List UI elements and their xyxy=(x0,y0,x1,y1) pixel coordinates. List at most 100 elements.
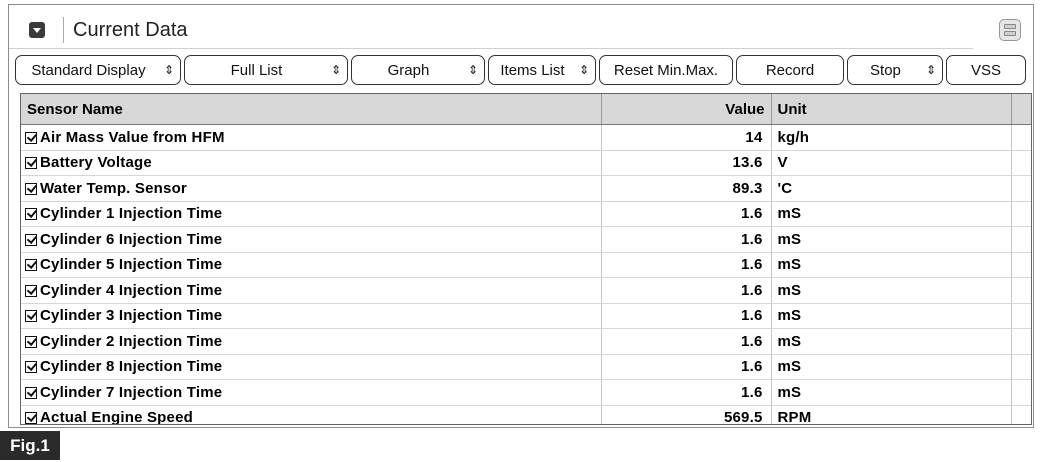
dropdown-arrows-icon: ⇕ xyxy=(330,63,341,77)
table-row[interactable]: Water Temp. Sensor 89.3 'C xyxy=(21,175,1031,202)
sensor-name: Cylinder 8 Injection Time xyxy=(40,358,223,376)
value-cell: 14 xyxy=(601,124,772,151)
value-cell: 13.6 xyxy=(601,150,772,176)
checkbox-checked-icon[interactable] xyxy=(25,157,37,170)
figure-label: Fig.1 xyxy=(0,431,60,460)
panel-title: Current Data xyxy=(73,19,188,41)
sensor-name-cell: Air Mass Value from HFM xyxy=(21,124,602,151)
sensor-name: Cylinder 5 Injection Time xyxy=(40,256,223,274)
sensor-name: Actual Engine Speed xyxy=(40,409,193,425)
toolbar: Standard Display ⇕ Full List ⇕ Graph ⇕ I… xyxy=(9,55,1033,89)
checkbox-checked-icon[interactable] xyxy=(25,131,37,144)
unit-cell: mS xyxy=(771,328,1012,355)
checkbox-checked-icon[interactable] xyxy=(25,182,37,195)
value-cell: 569.5 xyxy=(601,405,772,424)
stop-select[interactable]: Stop ⇕ xyxy=(847,55,943,85)
table-row[interactable]: Cylinder 2 Injection Time 1.6 mS xyxy=(21,328,1031,355)
current-data-panel: Current Data Standard Display ⇕ Full Lis… xyxy=(8,4,1034,428)
row-spacer-cell xyxy=(1011,379,1031,406)
checkbox-checked-icon[interactable] xyxy=(25,361,37,374)
sensor-name: Battery Voltage xyxy=(40,154,152,172)
value-cell: 1.6 xyxy=(601,252,772,278)
title-divider xyxy=(63,17,64,43)
checkbox-checked-icon[interactable] xyxy=(25,386,37,399)
unit-cell: 'C xyxy=(771,175,1012,202)
items-list-label: Items List xyxy=(500,61,565,79)
table-row[interactable]: Cylinder 5 Injection Time 1.6 mS xyxy=(21,252,1031,278)
table-row[interactable]: Cylinder 1 Injection Time 1.6 mS xyxy=(21,201,1031,227)
standard-display-label: Standard Display xyxy=(31,61,146,79)
checkbox-checked-icon[interactable] xyxy=(25,310,37,323)
sensor-name-cell: Cylinder 6 Injection Time xyxy=(21,226,602,253)
unit-cell: kg/h xyxy=(771,124,1012,151)
unit-cell: mS xyxy=(771,277,1012,304)
sensor-name: Air Mass Value from HFM xyxy=(40,128,225,146)
table-row[interactable]: Cylinder 3 Injection Time 1.6 mS xyxy=(21,303,1031,329)
row-spacer-cell xyxy=(1011,303,1031,329)
sensor-name-cell: Cylinder 7 Injection Time xyxy=(21,379,602,406)
collapse-icon[interactable] xyxy=(29,22,45,38)
unit-header[interactable]: Unit xyxy=(771,94,1012,125)
unit-cell: mS xyxy=(771,354,1012,380)
panel-header: Current Data xyxy=(9,5,1033,49)
table-row[interactable]: Battery Voltage 13.6 V xyxy=(21,150,1031,176)
value-cell: 1.6 xyxy=(601,277,772,304)
unit-cell: mS xyxy=(771,379,1012,406)
stop-label: Stop xyxy=(870,61,901,79)
row-spacer-cell xyxy=(1011,175,1031,202)
value-cell: 1.6 xyxy=(601,226,772,253)
sensor-name: Water Temp. Sensor xyxy=(40,179,187,197)
unit-cell: mS xyxy=(771,303,1012,329)
table-row[interactable]: Actual Engine Speed 569.5 RPM xyxy=(21,405,1031,425)
dropdown-arrows-icon: ⇕ xyxy=(163,63,174,77)
unit-cell: RPM xyxy=(771,405,1012,424)
record-label: Record xyxy=(765,61,815,79)
standard-display-select[interactable]: Standard Display ⇕ xyxy=(15,55,181,85)
unit-cell: mS xyxy=(771,226,1012,253)
graph-select[interactable]: Graph ⇕ xyxy=(351,55,485,85)
sensor-name-cell: Cylinder 5 Injection Time xyxy=(21,252,602,278)
sensor-name-cell: Cylinder 4 Injection Time xyxy=(21,277,602,304)
unit-cell: V xyxy=(771,150,1012,176)
table-row[interactable]: Cylinder 8 Injection Time 1.6 mS xyxy=(21,354,1031,380)
checkbox-checked-icon[interactable] xyxy=(25,233,37,246)
sensor-name: Cylinder 2 Injection Time xyxy=(40,332,223,350)
row-spacer-cell xyxy=(1011,201,1031,227)
value-cell: 1.6 xyxy=(601,354,772,380)
sensor-name-cell: Cylinder 2 Injection Time xyxy=(21,328,602,355)
table-row[interactable]: Cylinder 6 Injection Time 1.6 mS xyxy=(21,226,1031,253)
window-layout-icon[interactable] xyxy=(999,19,1021,41)
sensor-name: Cylinder 6 Injection Time xyxy=(40,230,223,248)
row-spacer-cell xyxy=(1011,328,1031,355)
header-divider xyxy=(9,48,973,49)
graph-label: Graph xyxy=(387,61,430,79)
sensor-name-header[interactable]: Sensor Name xyxy=(21,94,602,125)
table-row[interactable]: Cylinder 4 Injection Time 1.6 mS xyxy=(21,277,1031,304)
checkbox-checked-icon[interactable] xyxy=(25,208,37,221)
reset-minmax-button[interactable]: Reset Min.Max. xyxy=(599,55,733,85)
full-list-select[interactable]: Full List ⇕ xyxy=(184,55,348,85)
value-cell: 1.6 xyxy=(601,201,772,227)
row-spacer-cell xyxy=(1011,150,1031,176)
value-header[interactable]: Value xyxy=(601,94,772,125)
sensor-name-cell: Water Temp. Sensor xyxy=(21,175,602,202)
dropdown-arrows-icon: ⇕ xyxy=(578,63,589,77)
vss-button[interactable]: VSS xyxy=(946,55,1026,85)
sensor-name: Cylinder 1 Injection Time xyxy=(40,205,223,223)
dropdown-arrows-icon: ⇕ xyxy=(467,63,478,77)
checkbox-checked-icon[interactable] xyxy=(25,259,37,272)
sensor-name-cell: Cylinder 1 Injection Time xyxy=(21,201,602,227)
sensor-name-cell: Battery Voltage xyxy=(21,150,602,176)
checkbox-checked-icon[interactable] xyxy=(25,335,37,348)
row-spacer-cell xyxy=(1011,354,1031,380)
checkbox-checked-icon[interactable] xyxy=(25,284,37,297)
table-row[interactable]: Cylinder 7 Injection Time 1.6 mS xyxy=(21,379,1031,406)
value-cell: 1.6 xyxy=(601,303,772,329)
checkbox-checked-icon[interactable] xyxy=(25,412,37,424)
sensor-name-cell: Actual Engine Speed xyxy=(21,405,602,425)
value-cell: 1.6 xyxy=(601,328,772,355)
table-row[interactable]: Air Mass Value from HFM 14 kg/h xyxy=(21,124,1031,151)
vss-label: VSS xyxy=(970,61,1001,79)
items-list-select[interactable]: Items List ⇕ xyxy=(488,55,596,85)
record-button[interactable]: Record xyxy=(736,55,844,85)
